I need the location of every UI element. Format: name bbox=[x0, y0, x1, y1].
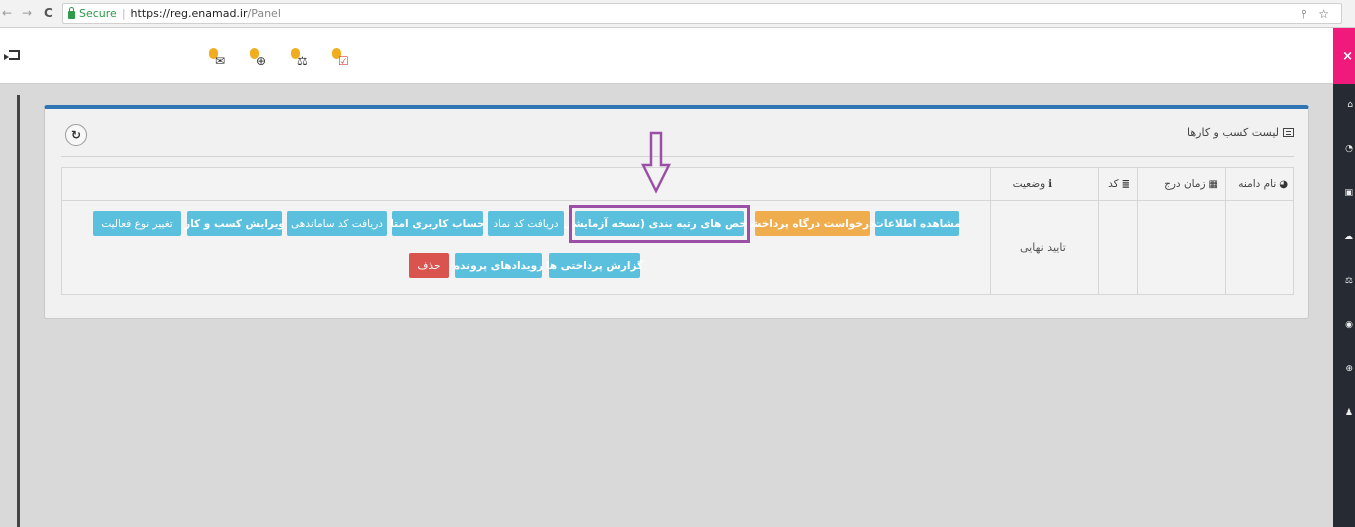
home-icon[interactable]: ⌂ bbox=[1344, 101, 1353, 110]
calendar-icon[interactable]: ☑ bbox=[332, 48, 350, 69]
divider bbox=[61, 156, 1294, 157]
back-button[interactable]: ← bbox=[2, 6, 12, 20]
lock-icon bbox=[68, 6, 75, 19]
user-icon[interactable]: ♟ bbox=[1344, 409, 1353, 418]
panel-title-text: لیست کسب و کارها bbox=[1187, 126, 1279, 139]
left-divider bbox=[17, 95, 20, 527]
id-card-icon[interactable]: ▣ bbox=[1344, 189, 1353, 198]
delete-button[interactable]: حذف bbox=[409, 253, 449, 278]
dashboard-icon[interactable]: ◔ bbox=[1344, 145, 1353, 154]
list-icon: ≣ bbox=[1121, 178, 1130, 190]
logout-icon[interactable] bbox=[4, 50, 20, 60]
cloud-icon[interactable]: ☁ bbox=[1344, 233, 1353, 242]
scale-icon[interactable]: ⚖ bbox=[291, 48, 309, 69]
globe-icon: ◕ bbox=[1279, 178, 1288, 190]
highlight-box bbox=[569, 205, 750, 243]
bookmark-star-icon[interactable]: ⫯ ☆ bbox=[1301, 7, 1333, 22]
edit-business-button[interactable]: ویرایش کسب و کار bbox=[184, 211, 285, 236]
lifebuoy-icon[interactable]: ⊕ bbox=[250, 48, 268, 69]
payment-reports-button[interactable]: گزارش پرداختی ها bbox=[546, 253, 643, 278]
top-bar: ✉ ⊕ ⚖ ☑ bbox=[0, 28, 1333, 84]
list-icon bbox=[1283, 128, 1294, 137]
down-arrow-icon bbox=[641, 131, 671, 194]
info-icon: i bbox=[1048, 178, 1052, 190]
header-status: وضعیت i bbox=[1012, 178, 1052, 190]
view-info-button[interactable]: مشاهده اطلاعات bbox=[873, 211, 961, 236]
forward-button[interactable]: → bbox=[22, 6, 32, 20]
address-bar[interactable]: Secure | https://reg.enamad.ir/Panel ⫯ ☆ bbox=[62, 3, 1342, 24]
header-domain: نام دامنه ◕ bbox=[1238, 178, 1288, 190]
url-host: https://reg.enamad.ir bbox=[130, 7, 248, 20]
gateway-request-button[interactable]: درخواست درگاه پرداخت bbox=[751, 211, 874, 236]
status-cell: تایید نهایی bbox=[1020, 241, 1066, 254]
eye-icon[interactable]: ◉ bbox=[1344, 321, 1353, 330]
support-icon[interactable]: ⊕ bbox=[1344, 365, 1353, 374]
close-icon[interactable]: × bbox=[1333, 28, 1355, 84]
amta-account-button[interactable]: حساب کاربری امتا bbox=[390, 211, 485, 236]
right-sidebar: × ⌂ ◔ ▣ ☁ ⚖ ◉ ⊕ ♟ bbox=[1333, 28, 1355, 527]
calendar-icon: ▦ bbox=[1208, 178, 1218, 190]
browser-toolbar: ← → C Secure | https://reg.enamad.ir/Pan… bbox=[0, 0, 1355, 28]
get-namad-code-button[interactable]: دریافت کد نماد bbox=[488, 211, 564, 236]
refresh-button[interactable]: ↻ bbox=[65, 124, 87, 146]
header-code: کد ≣ bbox=[1108, 178, 1130, 190]
change-activity-button[interactable]: تغییر نوع فعالیت bbox=[93, 211, 181, 236]
scale-icon[interactable]: ⚖ bbox=[1344, 277, 1353, 286]
case-events-button[interactable]: رویدادهای پرونده bbox=[454, 253, 543, 278]
url-path: /Panel bbox=[247, 7, 281, 20]
reload-button[interactable]: C bbox=[44, 6, 53, 20]
envelope-icon[interactable]: ✉ bbox=[209, 48, 227, 69]
header-date: زمان درج ▦ bbox=[1164, 178, 1218, 190]
get-samandehi-code-button[interactable]: دریافت کد ساماندهی bbox=[287, 211, 387, 236]
secure-label: Secure bbox=[79, 7, 117, 20]
panel-title: لیست کسب و کارها bbox=[1187, 126, 1294, 139]
